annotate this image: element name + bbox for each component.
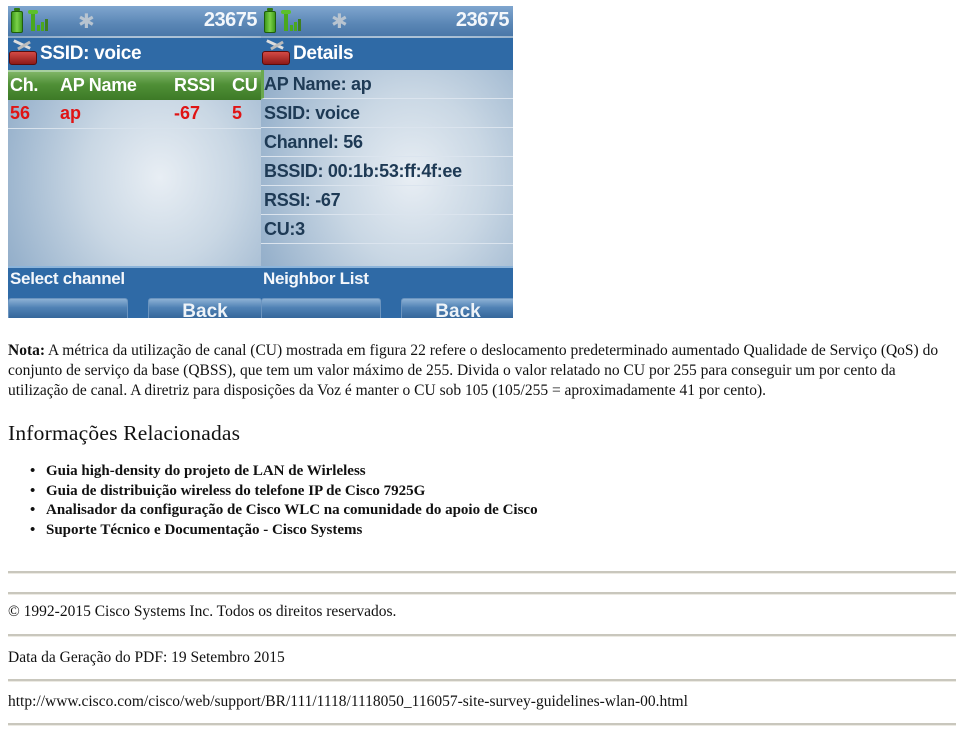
status-bar: ✱ 23675 [261,6,513,36]
related-link-wlc-config-analyzer[interactable]: Analisador da configuração de Cisco WLC … [46,502,538,518]
divider [8,571,956,574]
cell-rssi: -67 [174,103,201,123]
column-header-ap-name: AP Name [60,75,137,95]
detail-bssid[interactable]: BSSID: 00:1b:53:ff:4f:ee [261,157,513,186]
divider [8,634,956,637]
signal-icon [28,10,50,32]
cell-cu: 5 [232,103,243,123]
page-url[interactable]: http://www.cisco.com/cisco/web/support/B… [8,693,688,711]
details-list: AP Name: ap SSID: voice Channel: 56 BSSI… [261,70,513,273]
screen-title: Details [293,43,354,64]
related-link-item: Guia de distribuição wireless do telefon… [30,482,538,502]
divider [8,723,956,726]
screen-title: SSID: voice [40,43,142,64]
pdf-generation-date: Data da Geração do PDF: 19 Setembro 2015 [8,649,285,666]
bluetooth-icon: ✱ [331,9,348,33]
toolbox-icon [262,39,290,65]
toolbox-icon [9,39,37,65]
related-info-heading: Informações Relacionadas [8,421,241,445]
column-header-cu: CU [232,75,258,95]
signal-icon [281,10,303,32]
phone-screenshots-figure: ✱ 23675 SSID: voice Ch. AP Name RSSI CU … [8,6,513,318]
detail-ap-name[interactable]: AP Name: ap [261,70,513,99]
detail-rssi[interactable]: RSSI: -67 [261,186,513,215]
extension-number: 23675 [203,9,258,31]
cell-ch: 56 [10,103,31,123]
phone-screen-channel-list: ✱ 23675 SSID: voice Ch. AP Name RSSI CU … [8,6,261,318]
phone-screen-details: ✱ 23675 Details AP Name: ap SSID: voice … [261,6,513,318]
bluetooth-icon: ✱ [78,9,95,33]
back-softkey[interactable]: Back [148,298,261,318]
channel-list-row[interactable]: 56 ap -67 5 [8,100,261,129]
softkey-label: Neighbor List [263,269,369,288]
softkey-left[interactable] [8,298,128,318]
cell-ap-name: ap [60,103,82,123]
back-softkey[interactable]: Back [401,298,513,318]
extension-number: 23675 [455,9,510,31]
softkey-bar: Select channel Back [8,266,261,318]
screen-title-bar: SSID: voice [8,38,261,70]
detail-channel[interactable]: Channel: 56 [261,128,513,157]
related-link-technical-support[interactable]: Suporte Técnico e Documentação - Cisco S… [46,522,362,538]
column-header-ch: Ch. [10,75,39,95]
screen-title-bar: Details [261,38,513,70]
divider [8,679,956,682]
detail-ssid[interactable]: SSID: voice [261,99,513,128]
related-link-item: Guia high-density do projeto de LAN de W… [30,462,538,482]
battery-icon [264,8,276,33]
softkey-label: Select channel [10,269,125,288]
softkey-bar: Neighbor List Back [261,266,513,318]
back-label: Back [435,301,481,318]
copyright-text: © 1992-2015 Cisco Systems Inc. Todos os … [8,603,397,620]
related-links-list: Guia high-density do projeto de LAN de W… [8,462,538,540]
related-link-item: Analisador da configuração de Cisco WLC … [30,501,538,521]
related-link-item: Suporte Técnico e Documentação - Cisco S… [30,521,538,541]
column-header-rssi: RSSI [174,75,215,95]
related-link-wlan-design-guide[interactable]: Guia high-density do projeto de LAN de W… [46,463,366,479]
note-text: A métrica da utilização de canal (CU) mo… [8,342,939,399]
battery-icon [11,8,23,33]
softkey-left[interactable] [261,298,381,318]
note-label: Nota: [8,342,46,359]
column-header-row: Ch. AP Name RSSI CU [8,70,261,100]
divider [8,592,956,595]
detail-cu[interactable]: CU:3 [261,215,513,244]
status-bar: ✱ 23675 [8,6,261,36]
related-link-7925g-deployment-guide[interactable]: Guia de distribuição wireless do telefon… [46,483,425,499]
note-paragraph: Nota: A métrica da utilização de canal (… [8,341,953,401]
back-label: Back [182,301,228,318]
